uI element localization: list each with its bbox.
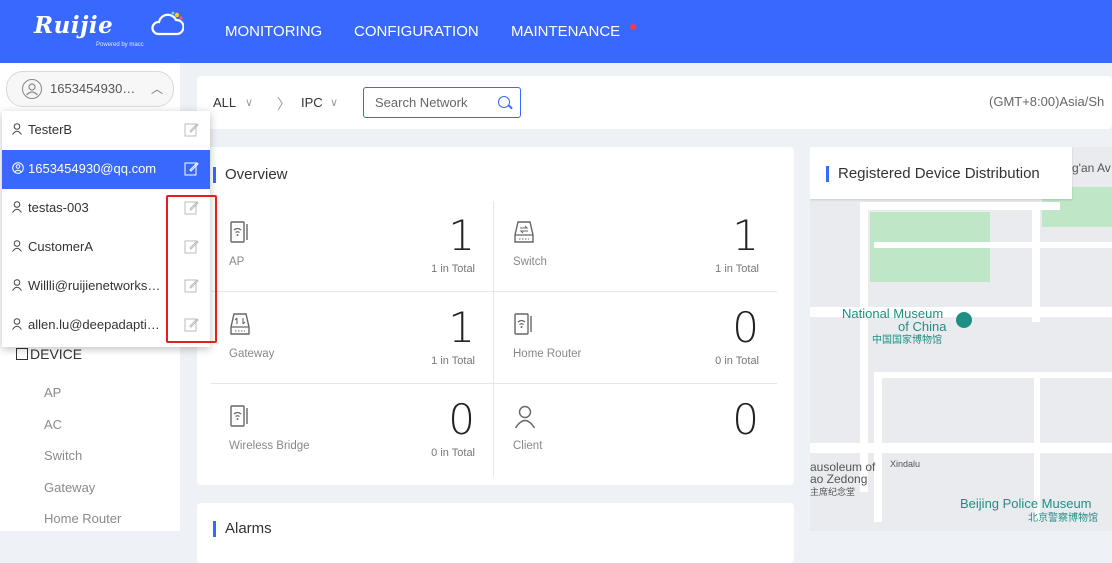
search-icon[interactable] [498, 96, 510, 108]
map-street-label: g'an Av [1072, 161, 1111, 175]
gateway-icon [230, 313, 250, 335]
cell-total: 1 in Total [715, 263, 759, 275]
map-poi-label: 北京警察博物馆 [1028, 513, 1098, 524]
overview-cell-wireless-bridge[interactable]: Wireless Bridge 0 0 in Total [211, 385, 493, 476]
timezone-label[interactable]: (GMT+8:00)Asia/Sh [989, 94, 1104, 109]
map-poi-label: 主席纪念堂 [810, 487, 856, 497]
chevron-down-icon[interactable]: ∨ [330, 96, 338, 109]
account-name: Willli@ruijienetworks… [28, 278, 161, 293]
user-icon [12, 318, 22, 330]
cell-label: AP [229, 256, 245, 268]
sidebar-item-switch[interactable]: Switch [44, 448, 82, 463]
nav-maintenance[interactable]: MAINTENANCE [511, 0, 620, 63]
map-title: Registered Device Distribution [826, 165, 1040, 182]
map-road [810, 443, 1112, 453]
switch-icon [514, 221, 534, 243]
search-network-box[interactable] [363, 87, 521, 118]
account-name: CustomerA [28, 239, 94, 254]
sidebar-item-ac[interactable]: AC [44, 417, 62, 432]
user-icon [12, 279, 22, 291]
chevron-down-icon[interactable]: ∨ [245, 96, 253, 109]
logo-text: Ruijie [34, 12, 114, 39]
admin-user-icon [12, 162, 24, 174]
account-name: 1653454930@qq.com [28, 161, 157, 176]
cell-total: 0 in Total [715, 355, 759, 367]
alarms-card: Alarms [197, 503, 794, 563]
cell-count: 1 [448, 211, 475, 260]
filter-toolbar: ALL ∨ 〉 IPC ∨ (GMT+8:00)Asia/Sh [197, 76, 1112, 129]
cell-total: 1 in Total [431, 355, 475, 367]
current-account: 1653454930… [50, 81, 136, 96]
client-icon [514, 405, 536, 429]
network-select[interactable]: IPC [301, 95, 323, 110]
cell-label: Switch [513, 256, 547, 268]
divider [493, 201, 494, 477]
annotation-highlight-box [166, 195, 217, 343]
cell-label: Wireless Bridge [229, 440, 310, 452]
overview-cell-home-router[interactable]: Home Router 0 0 in Total [495, 293, 777, 384]
account-name: TesterB [28, 122, 73, 137]
overview-cell-switch[interactable]: Switch 1 1 in Total [495, 201, 777, 292]
search-input[interactable] [373, 94, 495, 111]
device-distribution-map[interactable]: Registered Device Distribution g'an Av N… [810, 147, 1112, 531]
cell-label: Gateway [229, 348, 275, 360]
map-street-label: Xindalu [890, 459, 921, 469]
cell-count: 0 [448, 395, 475, 444]
overview-title: Overview [213, 166, 288, 183]
device-icon [16, 348, 28, 360]
cloud-logo-icon [151, 11, 184, 36]
cell-total: 1 in Total [431, 263, 475, 275]
user-icon [12, 240, 22, 252]
overview-cell-client[interactable]: Client 0 [495, 385, 777, 476]
sidebar-item-home-router[interactable]: Home Router [44, 511, 121, 526]
sidebar-item-gateway[interactable]: Gateway [44, 480, 95, 495]
map-road [874, 372, 1112, 378]
account-name: testas-003 [28, 200, 89, 215]
map-road [874, 242, 1112, 248]
home-router-icon [514, 313, 532, 335]
notification-dot [630, 24, 636, 30]
map-road [1032, 202, 1040, 322]
overview-cell-ap[interactable]: AP 1 1 in Total [211, 201, 493, 292]
cell-count: 0 [732, 395, 759, 444]
account-option-selected[interactable]: 1653454930@qq.com [2, 150, 210, 189]
nav-monitoring[interactable]: MONITORING [225, 0, 322, 63]
account-switcher[interactable]: 1653454930… ︿ [6, 71, 174, 107]
overview-card: Overview AP 1 1 in Total Switch 1 1 in T… [197, 147, 794, 485]
sidebar-item-ap[interactable]: AP [44, 385, 61, 400]
user-icon [12, 201, 22, 213]
account-option[interactable]: TesterB [2, 111, 210, 150]
sidebar-section-label: DEVICE [30, 346, 83, 362]
map-title-panel: Registered Device Distribution [810, 147, 1072, 199]
breadcrumb-separator-icon: 〉 [277, 96, 291, 112]
top-navigation-bar: Ruijie Powered by macc MONITORING CONFIG… [0, 0, 1112, 63]
map-poi-label: ao Zedong [810, 472, 868, 486]
wireless-bridge-icon [230, 405, 248, 427]
chevron-up-icon: ︿ [151, 82, 164, 96]
museum-pin-icon [956, 312, 972, 328]
alarms-title: Alarms [213, 520, 272, 537]
edit-icon[interactable] [184, 161, 199, 176]
edit-icon[interactable] [184, 122, 199, 137]
nav-configuration[interactable]: CONFIGURATION [354, 0, 479, 63]
ruijie-logo[interactable]: Ruijie Powered by macc [34, 11, 184, 48]
map-museum-label: 中国国家博物馆 [872, 335, 942, 346]
cell-count: 1 [448, 303, 475, 352]
account-name: allen.lu@deepadapti… [28, 317, 160, 332]
cell-total: 0 in Total [431, 447, 475, 459]
cell-count: 0 [732, 303, 759, 352]
user-avatar-icon [22, 79, 42, 99]
user-icon [12, 123, 22, 135]
map-road [860, 202, 1060, 210]
logo-subtitle: Powered by macc [96, 42, 144, 48]
cell-label: Home Router [513, 348, 582, 360]
ap-icon [230, 221, 248, 243]
overview-cell-gateway[interactable]: Gateway 1 1 in Total [211, 293, 493, 384]
sidebar-section-device[interactable]: DEVICE [16, 346, 83, 362]
cell-label: Client [513, 440, 543, 452]
cell-count: 1 [732, 211, 759, 260]
scope-select[interactable]: ALL [213, 95, 236, 110]
